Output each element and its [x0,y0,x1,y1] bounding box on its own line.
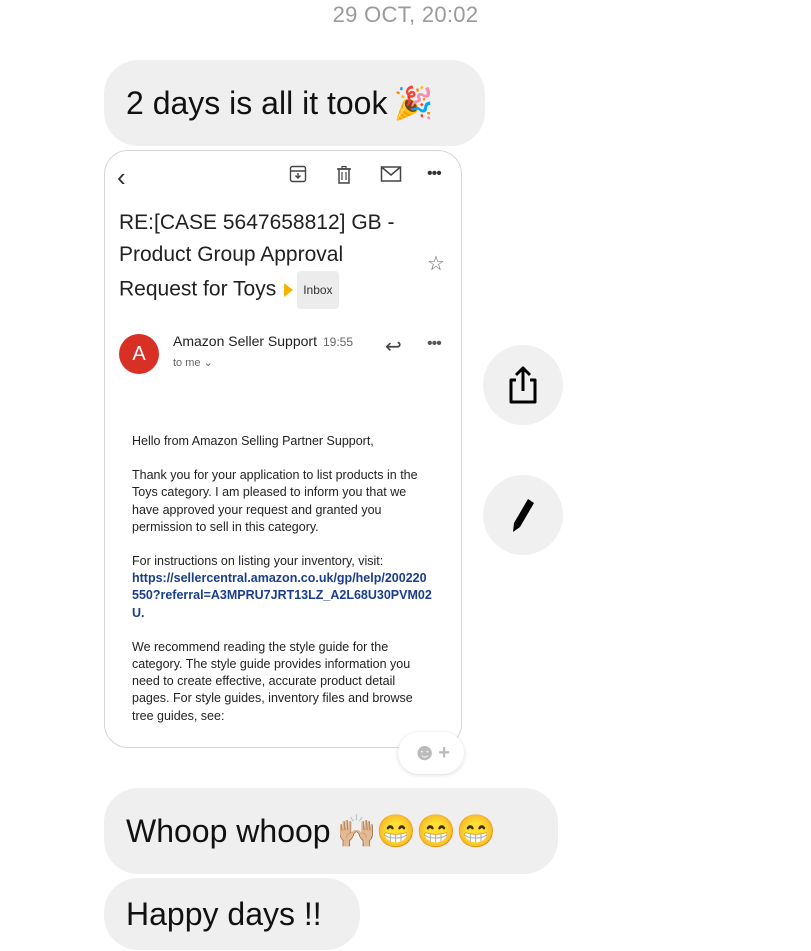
share-button[interactable] [483,345,563,425]
reply-icon: ↩ [385,336,402,358]
email-screenshot-image[interactable]: ‹ ••• RE:[CASE 5647658812] GB - Product … [104,150,462,748]
recipient-line: to me ⌄ [173,356,213,369]
edit-button[interactable] [483,475,563,555]
seller-central-link: https://sellercentral.amazon.co.uk/gp/he… [132,571,432,620]
message-text: Happy days !! [126,895,322,932]
sent-time: 19:55 [322,335,353,349]
sender-line: Amazon Seller Support 19:55 [173,333,353,349]
paragraph-approval: Thank you for your application to list p… [132,468,418,534]
recipient-text: to me [173,357,201,369]
email-toolbar: ‹ ••• [105,161,461,197]
trash-icon [335,165,353,190]
archive-icon [289,165,307,188]
pencil-icon [513,499,534,532]
paragraph-instructions: For instructions on listing your invento… [132,553,432,622]
subject-text: RE:[CASE 5647658812] GB - Product Group … [119,211,395,301]
message-bubble[interactable]: Happy days !! [104,878,360,950]
chevron-down-icon: ⌄ [203,357,213,369]
share-icon [509,366,537,404]
mail-icon [380,165,402,188]
more-icon: ••• [427,335,442,352]
plus-icon: + [438,741,450,764]
greeting: Hello from Amazon Selling Partner Suppor… [132,434,374,448]
paragraph-style-guide: We recommend reading the style guide for… [132,639,413,723]
star-icon: ☆ [427,253,445,275]
email-body: Hello from Amazon Selling Partner Suppor… [132,433,432,742]
add-reaction-button[interactable]: ☻ + [398,732,464,774]
sender-name: Amazon Seller Support [173,333,317,349]
party-popper-emoji: 🎉 [393,85,434,121]
avatar: A [119,334,159,374]
back-icon: ‹ [117,162,126,192]
message-bubble[interactable]: Whoop whoop 🙌🏼😁😁😁 [104,788,558,874]
more-icon: ••• [427,165,442,182]
message-text: Whoop whoop [126,812,331,849]
celebration-emoji: 🙌🏼😁😁😁 [336,813,496,849]
inbox-label: Inbox [297,271,339,309]
smiley-add-icon: ☻ [412,739,438,766]
email-subject: RE:[CASE 5647658812] GB - Product Group … [119,207,419,309]
message-bubble[interactable]: 2 days is all it took 🎉 [104,60,485,146]
important-marker-icon [284,283,294,297]
instructions-text: For instructions on listing your invento… [132,554,384,569]
message-text: 2 days is all it took [126,84,388,121]
message-timestamp: 29 OCT, 20:02 [332,2,479,27]
